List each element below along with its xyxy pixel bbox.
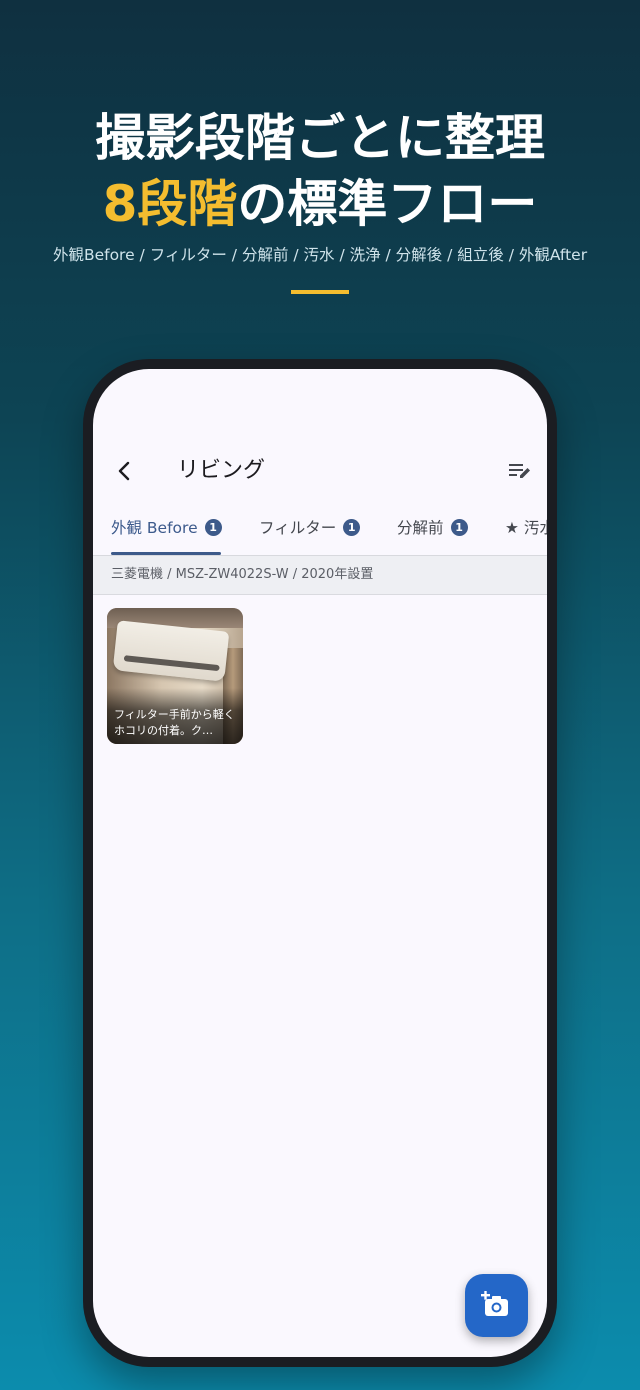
- count-badge: 1: [450, 519, 468, 536]
- headline-line-2: 8段階の標準フロー: [0, 172, 640, 236]
- tab-exterior-before[interactable]: 外観 Before 1: [111, 511, 222, 555]
- tab-filter[interactable]: フィルター 1: [259, 511, 361, 555]
- tab-before-disassembly[interactable]: 分解前 1: [397, 511, 468, 555]
- tab-dirty-water[interactable]: ★ 汚水: [505, 511, 547, 555]
- stages-line: 外観Before / フィルター / 分解前 / 汚水 / 洗浄 / 分解後 /…: [52, 246, 588, 264]
- tab-label: フィルター: [259, 519, 337, 537]
- tab-label: ★ 汚水: [505, 519, 547, 537]
- app-bar: リビング: [93, 449, 547, 493]
- accent-divider: [291, 290, 349, 294]
- count-badge: 1: [204, 519, 222, 536]
- add-photo-camera-icon: [481, 1291, 508, 1316]
- chevron-left-icon[interactable]: [113, 459, 137, 483]
- headline-accent: 8段階: [102, 175, 238, 233]
- page-title: リビング: [177, 458, 266, 483]
- add-photo-button[interactable]: [465, 1274, 528, 1337]
- headline-rest: の標準フロー: [237, 175, 538, 233]
- app-screen: リビング 外観 Before 1 フィルター 1 分解前 1 ★ 汚水 三菱電機…: [93, 369, 547, 1357]
- photo-ac-vent: [123, 655, 220, 672]
- tab-label: 外観 Before: [111, 519, 198, 537]
- stage-tabs: 外観 Before 1 フィルター 1 分解前 1 ★ 汚水: [93, 511, 547, 555]
- count-badge: 1: [343, 519, 361, 536]
- photo-thumbnail[interactable]: フィルター手前から軽くホコリの付着。ク…: [107, 608, 243, 744]
- device-info-bar: 三菱電機 / MSZ-ZW4022S-W / 2020年設置: [93, 556, 547, 595]
- tab-label: 分解前: [397, 519, 444, 537]
- photo-caption: フィルター手前から軽くホコリの付着。ク…: [114, 708, 235, 737]
- headline-line-1: 撮影段階ごとに整理: [95, 109, 545, 167]
- device-info-text: 三菱電機 / MSZ-ZW4022S-W / 2020年設置: [111, 567, 374, 582]
- edit-list-icon[interactable]: [507, 459, 533, 483]
